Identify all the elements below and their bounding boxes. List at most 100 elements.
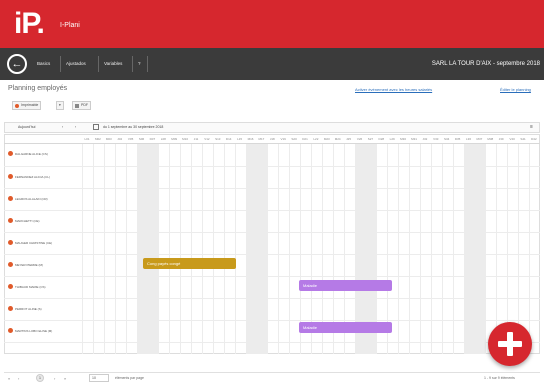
- nav-item-ajustados[interactable]: Ajustados: [66, 60, 86, 68]
- day-header: M38: [487, 137, 494, 141]
- employee-name: MAUGER CHRISTINE (CE): [15, 241, 53, 245]
- day-column-line: [103, 143, 105, 354]
- calendar-icon[interactable]: [93, 124, 99, 130]
- employee-row[interactable]: PERROT ALINE (S): [8, 305, 78, 313]
- day-column-line: [518, 143, 519, 354]
- company-name: SARL LA TOUR D'AIX - septembre 2018: [431, 61, 540, 67]
- prev-period-button[interactable]: ‹: [62, 124, 63, 131]
- employee-name: MEYER PIERRE (M): [15, 263, 44, 267]
- day-header: D21: [302, 137, 308, 141]
- app-name: I-Plani: [60, 22, 80, 29]
- day-header: M31: [411, 137, 417, 141]
- day-header: L29: [389, 137, 395, 141]
- add-event-button[interactable]: [488, 322, 532, 366]
- day-column-line: [441, 143, 443, 354]
- day-column-line: [398, 143, 400, 354]
- user-icon: [8, 240, 13, 245]
- employee-row[interactable]: FERNANDEZ ALICIA (CL): [8, 173, 78, 181]
- per-page-label: éléments par page: [115, 376, 144, 380]
- back-arrow-icon[interactable]: ←: [7, 54, 27, 74]
- print-button[interactable]: Imprimable: [12, 101, 42, 110]
- row-divider: [4, 320, 540, 321]
- day-column-line: [169, 143, 171, 354]
- day-column-line: [234, 143, 236, 354]
- current-page[interactable]: 1: [36, 374, 44, 382]
- row-divider: [4, 276, 540, 277]
- day-header: J39: [498, 137, 504, 141]
- day-column-line: [278, 143, 280, 354]
- activate-events-link[interactable]: Activer événement avec les heures salari…: [355, 87, 432, 92]
- pdf-button[interactable]: PDF: [72, 101, 91, 110]
- employee-name: MARCHETTI (CE): [15, 219, 40, 223]
- first-page-button[interactable]: «: [8, 375, 10, 382]
- nav-divider: [132, 56, 133, 72]
- day-header: J04: [117, 137, 123, 141]
- day-header: L15: [237, 137, 243, 141]
- day-column-line: [136, 143, 138, 354]
- day-header: L36: [465, 137, 471, 141]
- day-column-line: [201, 143, 203, 354]
- last-page-button[interactable]: »: [64, 375, 66, 382]
- user-icon: [8, 218, 13, 223]
- day-column-line: [245, 143, 247, 354]
- event-sick-leave[interactable]: Maladie: [299, 322, 392, 333]
- day-column-line: [496, 143, 498, 354]
- day-column-line: [528, 143, 530, 354]
- day-header: S34: [444, 137, 450, 141]
- user-icon: [8, 174, 13, 179]
- day-header: S06: [138, 137, 145, 141]
- user-icon: [8, 284, 13, 289]
- plus-icon-vertical: [507, 332, 513, 356]
- per-page-select[interactable]: 10: [89, 374, 109, 382]
- day-header: S27: [367, 137, 374, 141]
- day-header: S13: [215, 137, 221, 141]
- next-period-button[interactable]: ›: [75, 124, 76, 131]
- day-header: M16: [247, 137, 254, 141]
- row-divider: [4, 166, 540, 167]
- day-column-line: [419, 143, 421, 354]
- day-column-line: [125, 143, 127, 354]
- prev-page-button[interactable]: ‹: [18, 375, 19, 382]
- planning-grid: [4, 134, 540, 354]
- edit-planning-link[interactable]: Éditer le planning: [500, 87, 531, 92]
- nav-item-help[interactable]: ?: [138, 60, 141, 68]
- menu-icon[interactable]: ≡: [530, 124, 533, 131]
- page-title: Planning employés: [8, 85, 68, 92]
- employee-name: DALGARNE ALICE (CS): [15, 152, 48, 156]
- employee-row[interactable]: LEGROS ALALAIN (CR): [8, 195, 78, 203]
- nav-item-variables[interactable]: Variables: [104, 60, 122, 68]
- day-header: M02: [94, 137, 101, 141]
- day-header: V05: [127, 137, 134, 141]
- day-column-line: [180, 143, 182, 354]
- event-sick-leave[interactable]: Maladie: [299, 280, 392, 291]
- employee-row[interactable]: MEYER PIERRE (M): [8, 261, 78, 269]
- day-header: M30: [400, 137, 407, 141]
- employee-row[interactable]: DALGARNE ALICE (CS): [8, 150, 78, 158]
- day-header: V40: [509, 137, 515, 141]
- today-button[interactable]: Aujourd'hui: [18, 124, 35, 131]
- day-column-line: [485, 143, 487, 354]
- employee-row[interactable]: MARCHETTI (CE): [8, 217, 78, 225]
- employee-name: MARTINS LOBO ELISE (M): [15, 329, 53, 333]
- employee-row[interactable]: MAUGER CHRISTINE (CE): [8, 239, 78, 247]
- user-icon: [8, 262, 13, 267]
- next-page-button[interactable]: ›: [54, 375, 55, 382]
- day-header: D07: [149, 137, 156, 141]
- day-header: J25: [346, 137, 352, 141]
- day-header: L01: [84, 137, 90, 141]
- nav-item-basics[interactable]: Basics: [37, 60, 50, 68]
- day-header: M24: [334, 137, 341, 141]
- row-divider: [4, 298, 540, 299]
- print-dropdown[interactable]: ▾: [56, 101, 64, 110]
- logo: iP.: [14, 7, 45, 40]
- employee-row[interactable]: THIBAUD MARIE (CS): [8, 283, 78, 291]
- day-header: S41: [520, 137, 526, 141]
- employee-row[interactable]: MARTINS LOBO ELISE (M): [8, 327, 78, 335]
- day-header: J11: [193, 137, 199, 141]
- day-header: M10: [182, 137, 189, 141]
- pdf-icon: [75, 104, 79, 108]
- day-column-line: [289, 143, 291, 354]
- event-paid-leave[interactable]: Cong payés congé: [143, 258, 236, 269]
- pagination-bar: [4, 372, 540, 384]
- day-header: V12: [204, 137, 210, 141]
